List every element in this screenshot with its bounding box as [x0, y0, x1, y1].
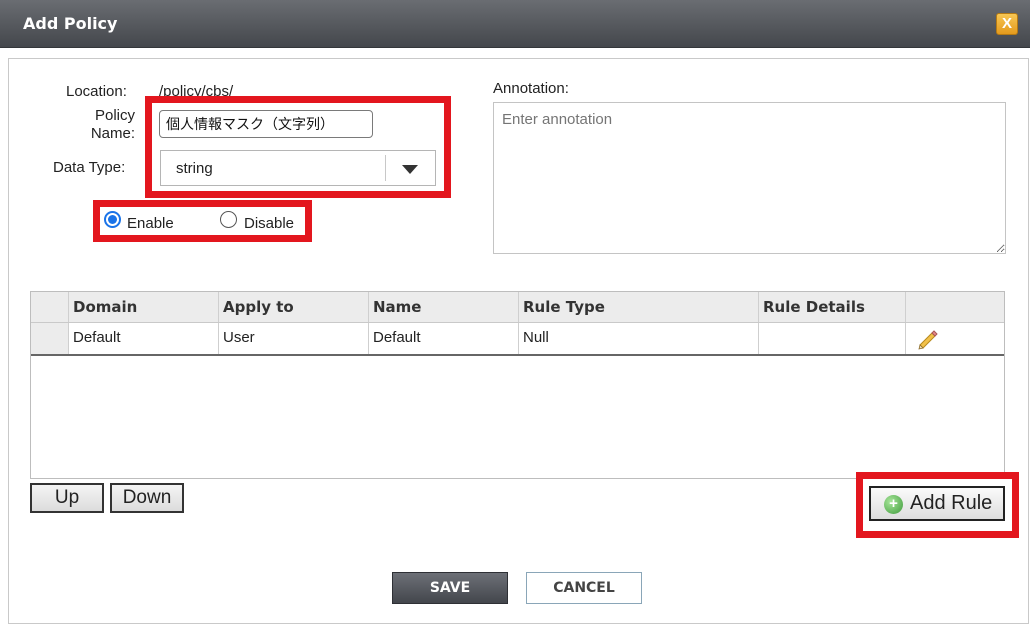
table-header: Domain Apply to Name Rule Type Rule Deta… — [31, 292, 1004, 323]
column-header-apply-to[interactable]: Apply to — [219, 292, 369, 322]
header-stub — [31, 292, 69, 322]
row-stub — [31, 323, 69, 354]
policy-name-input[interactable] — [159, 110, 373, 138]
data-type-select[interactable]: string — [160, 150, 436, 186]
cell-rule-type: Null — [519, 323, 759, 354]
cell-apply-to: User — [219, 323, 369, 354]
column-header-rule-details[interactable]: Rule Details — [759, 292, 906, 322]
location-label: Location: — [66, 83, 127, 100]
close-icon: X — [1001, 15, 1012, 32]
column-header-domain[interactable]: Domain — [69, 292, 219, 322]
disable-label[interactable]: Disable — [244, 215, 294, 232]
column-header-name[interactable]: Name — [369, 292, 519, 322]
dialog-title: Add Policy — [23, 14, 118, 33]
select-divider — [385, 155, 386, 181]
move-down-button[interactable]: Down — [110, 483, 184, 513]
rules-table: Domain Apply to Name Rule Type Rule Deta… — [30, 291, 1005, 479]
annotation-textarea[interactable] — [493, 102, 1006, 254]
cell-domain: Default — [69, 323, 219, 354]
policy-name-label-line1: Policy — [94, 107, 135, 124]
cancel-button[interactable]: CANCEL — [526, 572, 642, 604]
add-rule-button[interactable]: + Add Rule — [869, 486, 1005, 521]
data-type-value: string — [176, 160, 213, 177]
enable-label[interactable]: Enable — [127, 215, 174, 232]
close-button[interactable]: X — [996, 13, 1018, 35]
column-header-actions — [906, 292, 1004, 322]
add-rule-label: Add Rule — [910, 492, 993, 514]
add-circle-icon: + — [884, 495, 903, 514]
pencil-edit-icon[interactable] — [917, 328, 939, 350]
column-header-rule-type[interactable]: Rule Type — [519, 292, 759, 322]
annotation-label: Annotation: — [493, 80, 569, 97]
save-button[interactable]: SAVE — [392, 572, 508, 604]
policy-name-label-line2: Name: — [90, 125, 135, 142]
data-type-label: Data Type: — [53, 159, 126, 176]
location-value: /policy/cbs/ — [159, 83, 234, 100]
table-row[interactable]: Default User Default Null — [31, 323, 1004, 356]
move-up-button[interactable]: Up — [30, 483, 104, 513]
cell-name: Default — [369, 323, 519, 354]
disable-radio[interactable] — [220, 211, 237, 228]
chevron-down-icon[interactable] — [402, 165, 418, 174]
enable-radio[interactable] — [104, 211, 121, 228]
cell-rule-details — [759, 323, 906, 354]
dialog-titlebar: Add Policy X — [0, 0, 1030, 48]
